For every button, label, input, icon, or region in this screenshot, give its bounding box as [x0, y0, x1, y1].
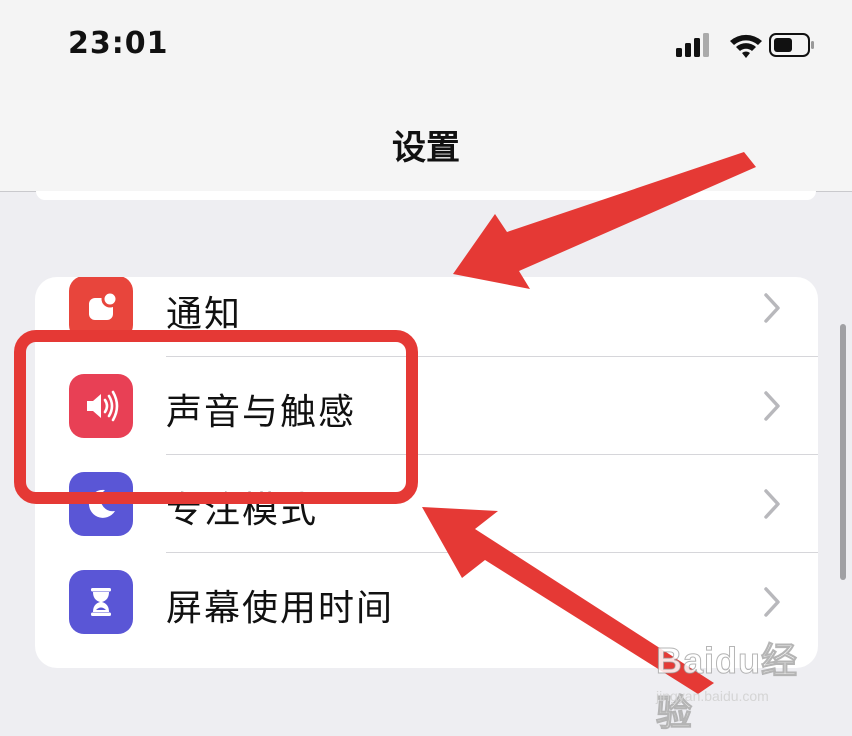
battery-icon: [769, 33, 814, 57]
highlight-box: [14, 330, 418, 504]
wifi-icon: [730, 34, 762, 58]
scroll-indicator[interactable]: [840, 324, 846, 580]
watermark: Baidu经验 jingyan.baidu.com: [656, 632, 826, 734]
status-time: 23:01: [68, 26, 169, 61]
signal-icon: [676, 33, 709, 57]
settings-row-label: 屏幕使用时间: [166, 588, 395, 629]
hourglass-icon: [69, 570, 133, 634]
chevron-right-icon: [764, 489, 780, 519]
nav-bar: 设置: [0, 100, 852, 192]
status-icons: [656, 28, 816, 62]
chevron-right-icon: [764, 391, 780, 421]
chevron-right-icon: [764, 293, 780, 323]
status-bar: 23:01: [0, 0, 852, 100]
page-title: 设置: [392, 128, 460, 168]
watermark-site: jingyan.baidu.com: [656, 688, 769, 704]
chevron-right-icon: [764, 587, 780, 617]
previous-group-tail: [36, 191, 816, 200]
watermark-brand: Baidu经验: [656, 640, 799, 734]
